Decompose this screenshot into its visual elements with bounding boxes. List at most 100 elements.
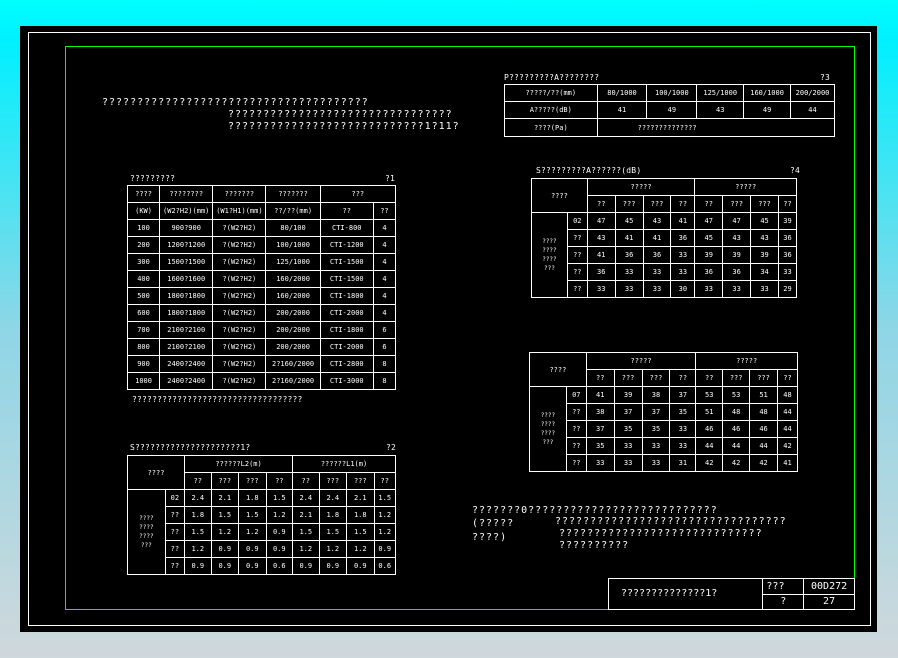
table-row: ?? 37 35 35 33 46 46 46 44 [530,420,799,438]
column-header: ??? [210,472,240,490]
table-cell: ?(W2?H2) [212,287,267,305]
table-cell: 45 [750,212,779,230]
table-cell: 4 [372,253,397,271]
title-block-label1: ??? [762,578,805,595]
column-header: ?? [776,369,799,387]
table-cell: 48 [749,403,778,421]
table-cell: ?? [566,263,588,281]
table-cell: 33 [613,437,643,455]
table-cell: 41 [642,229,672,247]
table-row: ???? ???? ???? ??? 02 47 45 43 41 47 47 45 39 [531,212,798,298]
table1-title: ????????? [130,174,176,183]
table-cell: 1.5 [318,523,348,541]
table2-title: S?????????????????????1? [130,443,251,452]
table-cell: ?(W2?H2) [212,338,267,356]
table-row: 300 1500?1500 ?(W2?H2) 125/1000 CTI-1500 4 [126,253,397,271]
table-cell: 1.5 [184,523,212,541]
table-cell: 160/1000 [743,84,792,102]
table-cell: 43 [586,229,616,247]
table-cell: CTI-2000 [319,338,374,356]
table-cell: 33 [642,280,672,298]
table-cell: 33 [614,280,644,298]
table-cell: 02 [566,212,588,230]
table-cell: ?(W2?H2) [212,304,267,322]
table-cell: 02 [164,489,186,507]
table-cell: 1.5 [210,506,240,524]
intro-line-2: ???????????????????????????????? [228,109,453,120]
table-cell: 47 [722,212,752,230]
row-group-label: ???? ???? ???? ??? [531,212,568,298]
table-cell: 35 [669,403,697,421]
table-cell: 53 [722,386,751,404]
table-cell: 1200?1200 [159,236,214,254]
table-cell: 36 [642,246,672,264]
table-cell: 31 [669,454,697,472]
table-cell: 33 [669,420,697,438]
table-cell: 39 [613,386,643,404]
table-cell: CTI-2800 [319,355,374,373]
table3: ?????/??(mm) 80/1000 100/1000 125/1000 160/1… [504,84,836,137]
table-cell: 1.5 [373,489,397,507]
table-cell: 51 [749,386,778,404]
table-cell: 160/2000 [265,287,321,305]
t5-corner: ???? [529,352,587,387]
table-cell: 53 [695,386,724,404]
table-cell: 1.2 [346,540,375,558]
table-cell: 125/1000 [265,253,321,271]
table-cell: CTI-800 [319,219,374,237]
column-header: ??? [613,369,643,387]
t1-h-mm: ??/??(mm) [265,202,321,220]
row-group-label: ???? ???? ???? ??? [127,489,166,575]
table-cell: 41 [585,386,615,404]
table-cell: 49 [743,101,792,119]
table-cell: 1.5 [346,523,375,541]
table-cell: ?(W2?H2) [212,270,267,288]
table-cell: 41 [776,454,799,472]
table2-number: ?2 [386,443,397,452]
column-header: ??? [346,472,375,490]
column-header: ??? [750,195,779,213]
column-header: ??? [722,195,752,213]
table-cell: 2.1 [210,489,240,507]
table-cell: 400 [126,270,161,288]
table-cell: 2.4 [184,489,212,507]
table-cell: 100/1000 [265,236,321,254]
intro-line-1: ?????????????????????????????????????? [102,97,369,108]
table-cell: 42 [722,454,751,472]
table-row: ?? 38 37 37 35 51 48 48 44 [530,403,799,421]
table-cell: 200/2000 [265,338,321,356]
table-cell: 35 [641,420,671,438]
table-cell: CTI-2000 [319,304,374,322]
table-cell: 0.9 [373,540,397,558]
table-cell: 200/2000 [265,304,321,322]
table-cell: 37 [613,403,643,421]
table-cell: 0.9 [346,557,375,575]
table-row: 1000 2400?2400 ?(W2?H2) 2?160/2000 CTI-3000 8 [126,372,397,390]
table-cell: 47 [586,212,616,230]
bottom-note-line2-left: (????? [472,518,515,529]
t5-group-2: ????? [695,352,798,370]
table-cell: 33 [642,263,672,281]
table-cell: ?(W2?H2) [212,355,267,373]
t1-h-count: ?? [372,202,397,220]
t5-group-1: ????? [585,352,697,370]
table-cell: 39 [777,212,798,230]
table-cell: A?????(dB) [504,101,598,119]
table-row: ?? 43 41 41 36 45 43 43 36 [532,229,798,247]
table-cell: 48 [776,386,799,404]
table-cell: 0.9 [292,557,320,575]
table-cell: 33 [694,280,724,298]
table-row: 400 1600?1600 ?(W2?H2) 160/2000 CTI-1500 4 [126,270,397,288]
column-header: ?? [184,472,212,490]
bottom-note-line3-left: ????) [472,532,508,543]
table-cell: 0.9 [265,523,294,541]
table-cell: 37 [641,403,671,421]
table-cell: 36 [586,263,616,281]
table-cell: 125/1000 [696,84,745,102]
table-cell: 4 [372,219,397,237]
bottom-note-line2-right: ????????????????????????????????? [555,516,787,527]
drawing-canvas: ?????????????????????????????????????? ?… [20,26,877,632]
table-cell: ?????/??(mm) [504,84,598,102]
table-cell: ?(W2?H2) [212,321,267,339]
table-cell: 1.2 [373,506,397,524]
